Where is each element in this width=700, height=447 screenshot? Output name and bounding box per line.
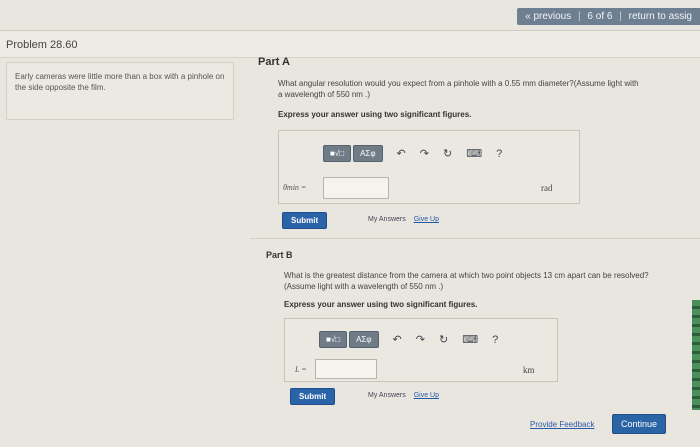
give-up-link[interactable]: Give Up bbox=[414, 392, 439, 399]
reset-icon[interactable]: ↻ bbox=[439, 333, 448, 346]
background-edge bbox=[692, 300, 700, 410]
part-divider bbox=[250, 238, 700, 239]
part-b-label: Part B bbox=[266, 250, 293, 260]
return-to-assignment-link[interactable]: return to assig bbox=[629, 11, 692, 22]
redo-icon[interactable]: ↷ bbox=[416, 333, 425, 346]
provide-feedback-link[interactable]: Provide Feedback bbox=[530, 420, 594, 429]
part-b-submit-button[interactable]: Submit bbox=[290, 388, 336, 405]
previous-link[interactable]: « previous bbox=[525, 11, 571, 22]
part-a-question-line2: a wavelength of 550 nm .) bbox=[278, 90, 371, 99]
part-b-variable-label: L = bbox=[295, 365, 307, 374]
nav-separator: | bbox=[578, 11, 581, 22]
part-b-answer-area: ■√□ ΑΣφ ↶ ↷ ↻ ⌨ ? L = km bbox=[284, 318, 558, 382]
problem-title: Problem 28.60 bbox=[6, 39, 78, 51]
templates-button[interactable]: ■√□ bbox=[323, 145, 352, 162]
part-b-question-line1: What is the greatest distance from the c… bbox=[284, 271, 649, 280]
help-icon[interactable]: ? bbox=[496, 148, 502, 160]
symbols-button[interactable]: ΑΣφ bbox=[353, 145, 383, 162]
templates-button[interactable]: ■√□ bbox=[319, 331, 348, 348]
problem-header: Problem 28.60 bbox=[0, 30, 700, 58]
part-a-unit: rad bbox=[541, 183, 553, 193]
keyboard-icon[interactable]: ⌨ bbox=[466, 147, 482, 160]
part-b-links: My Answers Give Up bbox=[368, 392, 439, 399]
part-b-answer-input[interactable] bbox=[315, 359, 377, 379]
problem-intro-text: Early cameras were little more than a bo… bbox=[15, 72, 225, 92]
part-a-question: What angular resolution would you expect… bbox=[278, 78, 700, 100]
part-a-submit-button[interactable]: Submit bbox=[282, 212, 328, 229]
part-b-question-line2: (Assume light with a wavelength of 550 n… bbox=[284, 282, 444, 291]
undo-icon[interactable]: ↶ bbox=[397, 147, 406, 160]
part-b-unit: km bbox=[523, 365, 535, 375]
part-a-answer-area: ■√□ ΑΣφ ↶ ↷ ↻ ⌨ ? θmin = rad bbox=[278, 130, 580, 204]
undo-icon[interactable]: ↶ bbox=[393, 333, 402, 346]
part-a-label: Part A bbox=[258, 56, 290, 68]
page-indicator: 6 of 6 bbox=[587, 11, 613, 22]
continue-button[interactable]: Continue bbox=[612, 414, 667, 434]
part-b-question: What is the greatest distance from the c… bbox=[284, 270, 694, 292]
part-a-math-toolbar: ■√□ ΑΣφ ↶ ↷ ↻ ⌨ ? bbox=[323, 145, 502, 162]
part-a-answer-input[interactable] bbox=[323, 177, 389, 199]
top-bar: « previous | 6 of 6 | return to assig bbox=[0, 0, 700, 26]
part-a-instruction: Express your answer using two significan… bbox=[278, 110, 472, 119]
redo-icon[interactable]: ↷ bbox=[420, 147, 429, 160]
part-a-variable-label: θmin = bbox=[283, 183, 307, 192]
keyboard-icon[interactable]: ⌨ bbox=[462, 333, 478, 346]
symbols-button[interactable]: ΑΣφ bbox=[349, 331, 379, 348]
my-answers-link[interactable]: My Answers bbox=[368, 392, 406, 399]
help-icon[interactable]: ? bbox=[492, 334, 498, 346]
part-b-instruction: Express your answer using two significan… bbox=[284, 300, 478, 309]
toolbar-button-group: ■√□ ΑΣφ bbox=[323, 145, 383, 162]
problem-navigation: « previous | 6 of 6 | return to assig bbox=[517, 8, 700, 25]
problem-intro-panel: Early cameras were little more than a bo… bbox=[6, 62, 234, 120]
part-b-math-toolbar: ■√□ ΑΣφ ↶ ↷ ↻ ⌨ ? bbox=[319, 331, 498, 348]
give-up-link[interactable]: Give Up bbox=[414, 216, 439, 223]
toolbar-button-group: ■√□ ΑΣφ bbox=[319, 331, 379, 348]
part-a-question-line1: What angular resolution would you expect… bbox=[278, 79, 639, 88]
my-answers-link[interactable]: My Answers bbox=[368, 216, 406, 223]
part-a-links: My Answers Give Up bbox=[368, 216, 439, 223]
reset-icon[interactable]: ↻ bbox=[443, 147, 452, 160]
nav-separator: | bbox=[619, 11, 622, 22]
